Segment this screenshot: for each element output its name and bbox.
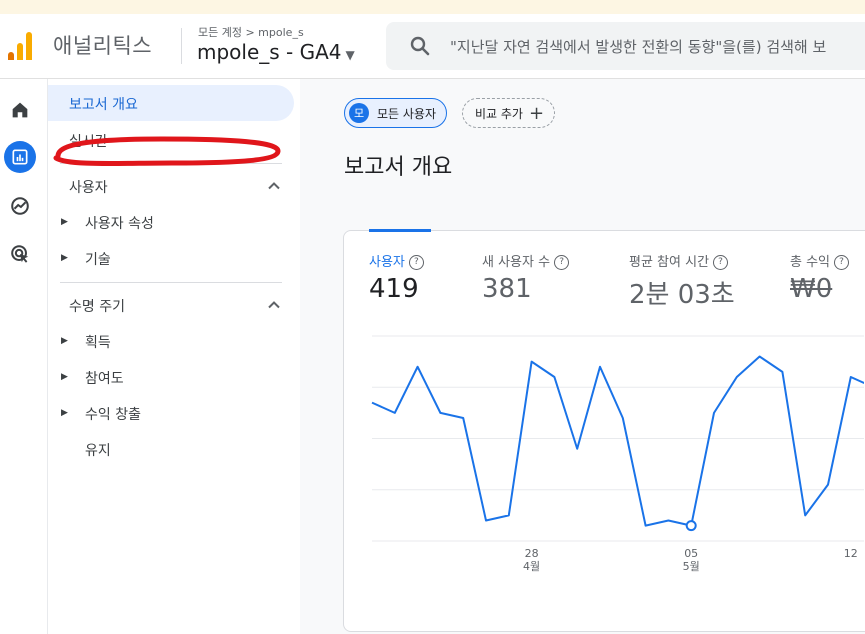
- segment-chip-all-users[interactable]: 모 모든 사용자: [344, 98, 448, 128]
- nav-item-user-attributes[interactable]: 사용자 속성: [85, 213, 154, 233]
- x-tick-month-label: 5월: [683, 560, 700, 573]
- product-name: 애널리틱스: [53, 34, 153, 58]
- property-name: mpole_s - GA4: [197, 40, 342, 64]
- segment-label: 모든 사용자: [377, 106, 437, 121]
- breadcrumb[interactable]: 모든 계정 > mpole_s: [198, 24, 304, 40]
- rail-reports[interactable]: [4, 141, 36, 173]
- nav-section-user[interactable]: 사용자: [69, 177, 108, 197]
- expand-arrow-icon[interactable]: ▶: [61, 408, 68, 418]
- caret-down-icon: ▼: [345, 48, 355, 62]
- app-header: 애널리틱스 모든 계정 > mpole_s mpole_s - GA4 ▼ "지난…: [0, 14, 865, 79]
- report-nav: 보고서 개요 실시간 사용자 ▶ 사용자 속성 ▶ 기술 수명 주기 ▶ 획득 …: [47, 79, 295, 634]
- x-tick-label: 12: [844, 547, 858, 560]
- top-strip: [0, 0, 865, 14]
- chevron-up-icon[interactable]: [266, 178, 282, 194]
- users-series-line[interactable]: [371, 355, 864, 527]
- expand-arrow-icon[interactable]: ▶: [61, 372, 68, 382]
- rail-advertising[interactable]: [4, 238, 36, 270]
- nav-item-engagement[interactable]: 참여도: [85, 368, 124, 388]
- nav-section-lifecycle[interactable]: 수명 주기: [69, 296, 125, 316]
- line-chart: 284월 055월 12: [371, 335, 864, 573]
- search-placeholder: "지난달 자연 검색에서 발생한 전환의 동향"을(를) 검색해 보: [450, 38, 827, 56]
- expand-arrow-icon[interactable]: ▶: [61, 217, 68, 227]
- expand-arrow-icon[interactable]: ▶: [61, 253, 68, 263]
- nav-item-monetization[interactable]: 수익 창출: [85, 404, 141, 424]
- property-selector[interactable]: mpole_s - GA4 ▼: [197, 40, 355, 64]
- rail-explore[interactable]: [4, 190, 36, 222]
- reports-icon: [12, 149, 28, 165]
- chevron-up-icon[interactable]: [266, 297, 282, 313]
- analytics-logo-icon[interactable]: [8, 32, 34, 60]
- x-tick-label: 05: [684, 547, 698, 560]
- x-tick-label: 28: [525, 547, 539, 560]
- main-content: 모 모든 사용자 비교 추가 + 보고서 개요 사용자? 419 새 사용자 수…: [300, 79, 865, 634]
- plus-icon: +: [528, 102, 545, 124]
- nav-item-realtime[interactable]: 실시간: [69, 131, 108, 151]
- nav-label-overview[interactable]: 보고서 개요: [69, 94, 138, 114]
- rail-home[interactable]: [4, 94, 36, 126]
- search-icon: [410, 36, 430, 56]
- header-divider: [181, 28, 182, 64]
- explore-icon: [11, 197, 29, 215]
- nav-item-tech[interactable]: 기술: [85, 249, 111, 269]
- x-tick-month-label: 4월: [523, 560, 540, 573]
- add-comparison-button[interactable]: 비교 추가 +: [462, 98, 556, 128]
- expand-arrow-icon[interactable]: ▶: [61, 336, 68, 346]
- nav-item-acquisition[interactable]: 획득: [85, 332, 111, 352]
- page-title: 보고서 개요: [344, 155, 453, 180]
- overview-card: 사용자? 419 새 사용자 수? 381 평균 참여 시간? 2분 03초 총…: [343, 229, 865, 632]
- add-comparison-label: 비교 추가: [475, 106, 523, 121]
- highlighted-point[interactable]: [685, 520, 697, 532]
- advertising-icon: [11, 245, 29, 263]
- nav-item-retention[interactable]: 유지: [85, 440, 111, 460]
- segment-avatar: 모: [349, 103, 369, 123]
- nav-divider: [60, 163, 282, 164]
- nav-divider: [60, 282, 282, 283]
- search-box[interactable]: "지난달 자연 검색에서 발생한 전환의 동향"을(를) 검색해 보: [386, 22, 865, 70]
- home-icon: [12, 102, 28, 118]
- left-rail: [0, 79, 47, 634]
